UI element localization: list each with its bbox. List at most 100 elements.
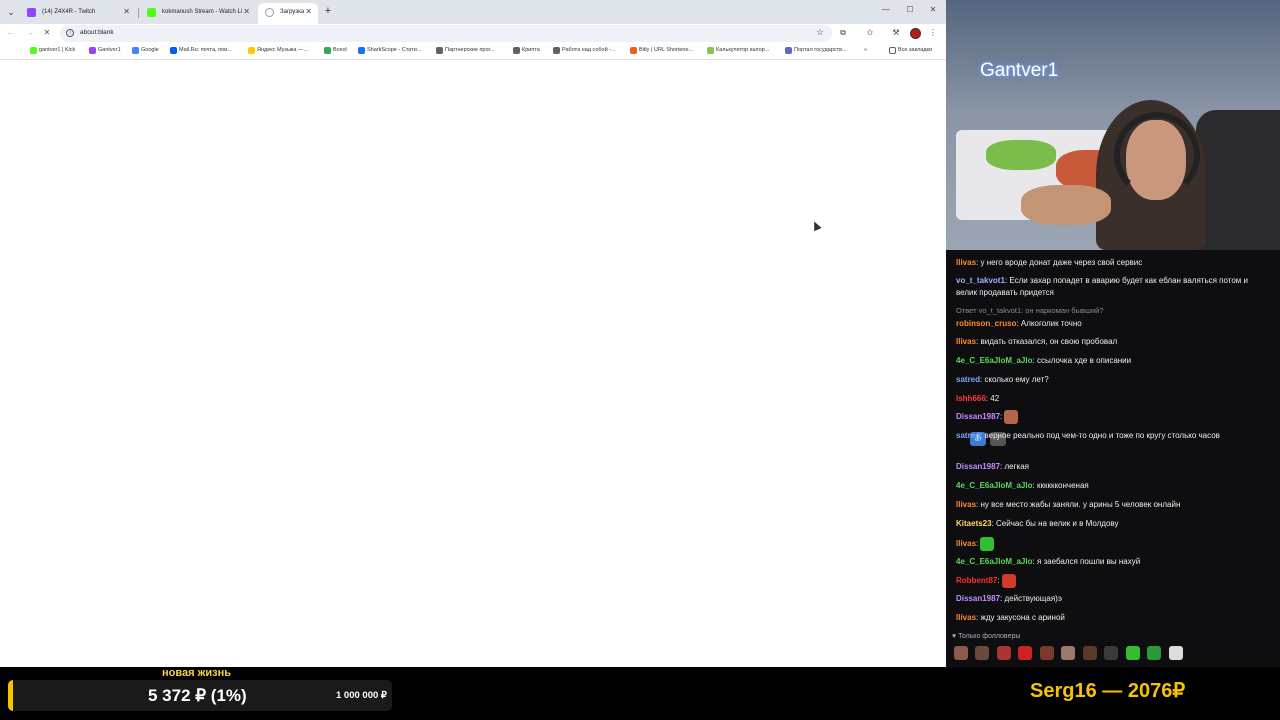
chat-username[interactable]: satred [956,431,980,440]
bookmark-item[interactable]: Партнерские прог... [436,47,495,54]
extension-icon[interactable]: ⧉ [837,28,849,38]
emote-icon[interactable] [996,646,1011,660]
bookmark-item[interactable]: Bitly | URL Shortene... [630,47,693,54]
tab-kick[interactable]: kokmanush Stream - Watch Li ✕ [140,3,256,24]
chat-message: lshh666: 42 [956,393,1266,405]
bookmark-item[interactable]: Boxol [324,47,347,54]
chat-username[interactable]: llivas [956,337,976,346]
emote-bar [954,646,1186,665]
emote-icon[interactable] [1147,646,1162,660]
chat-username[interactable]: Dissan1987 [956,462,1000,471]
chat-username[interactable]: robinson_cruso [956,319,1016,328]
bookmark-label: Gantver1 [98,47,121,53]
screen: ⌄ (14) Z4X4R - Twitch ✕ kokmanush Stream… [0,0,1280,720]
avatar[interactable] [910,28,921,39]
forward-icon[interactable]: → [24,28,36,37]
close-icon[interactable]: ✕ [305,3,312,21]
bookmark-item[interactable]: SharkScope - Стати... [358,47,421,54]
bookmark-label: Портал государств... [794,47,847,53]
emote-icon[interactable] [975,646,990,660]
twitch-icon [27,8,36,17]
chat-emote-icon[interactable] [1001,574,1016,588]
chat-username[interactable]: Dissan1987 [956,594,1000,603]
bookmark-item[interactable]: Яндекс Музыка —... [248,47,308,54]
bookmark-label: Крипта [522,47,540,53]
emote-icon[interactable] [1082,646,1097,660]
chat-message: Dissan1987: легкая [956,461,1266,473]
goal-progress-fill [8,680,13,711]
tab-title: kokmanush Stream - Watch Li [162,9,243,15]
bookmark-favicon-icon [785,47,792,54]
emote-icon[interactable] [1039,646,1054,660]
emote-icon[interactable] [1018,646,1033,660]
bookmark-label: gantver1 | Kick [39,47,76,53]
bookmark-item[interactable]: Портал государств... [785,47,847,54]
address-bar[interactable]: i about:blank ☆ [60,25,832,42]
chat-username[interactable]: Robbent87 [956,576,997,585]
puzzle-icon[interactable]: ⚒ [890,28,902,37]
bookmark-item[interactable]: Mail.Ru: почта, пои... [170,47,232,54]
bookmark-item[interactable]: Google [132,47,159,54]
page-viewport[interactable] [0,61,946,667]
chat-message: 4e_C_E6aJloM_aJlo: кккккконченая [956,480,1266,492]
chat-username[interactable]: llivas [956,500,976,509]
back-icon[interactable]: ← [5,28,17,37]
chat-username[interactable]: 4e_C_E6aJloM_aJlo [956,356,1033,365]
bookmark-item[interactable]: Работа над собой -... [553,47,616,54]
maximize-icon[interactable]: ☐ [903,5,917,14]
close-window-icon[interactable]: ✕ [926,5,940,14]
emote-icon[interactable] [954,646,968,660]
close-icon[interactable]: ✕ [243,3,250,21]
tab-divider [138,8,139,18]
stop-loading-icon[interactable]: ✕ [41,28,53,37]
info-icon[interactable]: i [66,29,74,37]
close-icon[interactable]: ✕ [123,3,130,21]
tab-twitch[interactable]: (14) Z4X4R - Twitch ✕ [20,3,136,24]
address-text: about:blank [80,29,114,36]
bookmark-star-icon[interactable]: ☆ [816,27,824,38]
bookmark-item[interactable]: Калькулятор калор... [707,47,769,54]
emote-icon[interactable] [1168,646,1183,660]
chat-emote-icon[interactable] [980,537,995,551]
bookmark-label: Партнерские прог... [445,47,495,53]
chat-username[interactable]: satred [956,375,980,384]
bookmark-favicon-icon [707,47,714,54]
bookmark-label: Работа над собой -... [562,47,616,53]
chat-username[interactable]: lshh666 [956,394,986,403]
bookmarks-overflow-icon[interactable]: » [864,47,867,53]
emote-icon[interactable] [1104,646,1119,660]
bookmark-item[interactable]: Gantver1 [89,47,121,54]
menu-icon[interactable]: ⋮ [927,28,939,37]
chat-panel: Ответ vo_t_takvot1: он наркоман бывший? … [946,250,1280,667]
emote-icon[interactable] [1061,646,1076,660]
tab-search-icon[interactable]: ⌄ [5,6,17,18]
bookmark-label: Mail.Ru: почта, пои... [179,47,232,53]
chat-username[interactable]: Kitaets23 [956,519,992,528]
tab-loading[interactable]: Загрузка ✕ [258,3,318,24]
chat-emote-icon[interactable] [1004,410,1019,424]
chat-username[interactable]: llivas [956,258,976,267]
chat-username[interactable]: llivas [956,613,976,622]
all-bookmarks-folder[interactable]: Все закладки [889,47,932,54]
bookmark-item[interactable]: gantver1 | Kick [30,47,76,54]
chat-text: 42 [990,394,1000,403]
goal-amount: 5 372 ₽ (1%) [148,686,247,705]
minimize-icon[interactable]: — [879,5,893,14]
followers-only-text: Только фолловеры [958,633,1021,640]
bookmark-favicon-icon [513,47,520,54]
chat-username[interactable]: vo_t_takvot1 [956,276,1005,285]
chat-username[interactable]: 4e_C_E6aJloM_aJlo [956,557,1033,566]
chat-username[interactable]: Dissan1987 [956,412,1000,421]
chat-text: ссылочка хде в описании [1036,356,1132,365]
loading-spinner-icon [265,8,274,17]
chat-username[interactable]: 4e_C_E6aJloM_aJlo [956,481,1033,490]
bookmarks-panel-icon[interactable]: ✩ [864,28,876,37]
new-tab-button[interactable]: + [321,4,335,18]
last-donation: Serg16 — 2076₽ [1030,680,1186,702]
goal-title: новая жизнь [162,667,232,679]
chat-username[interactable]: llivas [956,539,976,548]
bookmark-item[interactable]: Крипта [513,47,540,54]
emote-icon[interactable] [1125,646,1140,660]
reply-indicator: Ответ vo_t_takvot1: он наркоман бывший? [956,306,1104,315]
bookmark-favicon-icon [553,47,560,54]
